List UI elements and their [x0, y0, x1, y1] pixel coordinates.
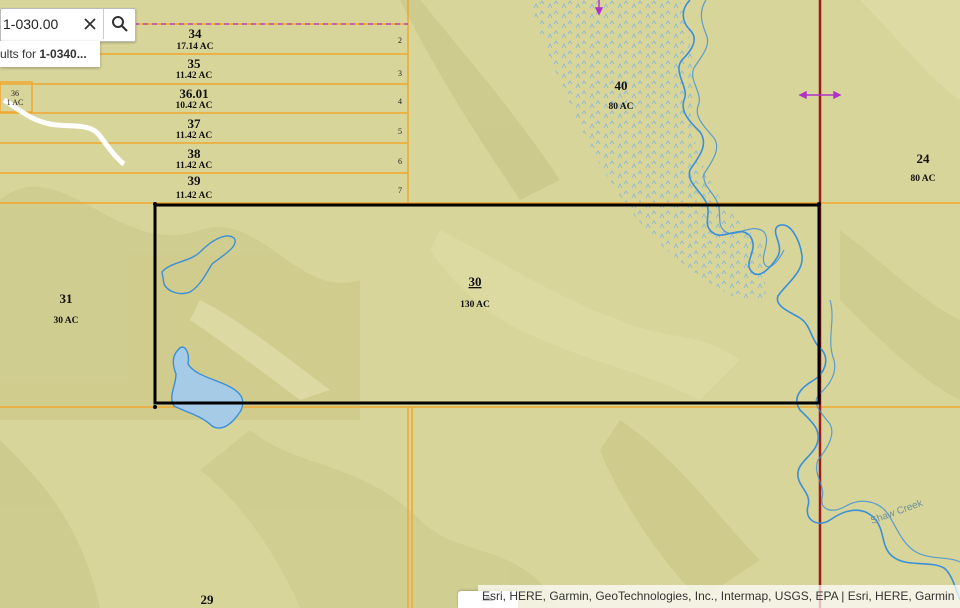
svg-text:38: 38 — [188, 146, 202, 161]
parcel-29[interactable]: 29 — [201, 592, 215, 607]
svg-text:10.42 AC: 10.42 AC — [176, 101, 213, 111]
svg-text:11.42 AC: 11.42 AC — [176, 131, 213, 141]
svg-text:11.42 AC: 11.42 AC — [176, 161, 213, 171]
suggestion-query: 1-0340... — [39, 47, 87, 61]
svg-text:39: 39 — [188, 173, 202, 188]
vertex-marker — [817, 202, 821, 206]
svg-text:5: 5 — [398, 127, 402, 136]
svg-text:3: 3 — [398, 69, 402, 78]
search-suggestion[interactable]: ults for 1-0340... — [0, 41, 100, 67]
svg-text:80 AC: 80 AC — [608, 102, 633, 112]
svg-text:31: 31 — [60, 291, 73, 306]
svg-text:36.01: 36.01 — [179, 86, 208, 101]
svg-text:11.42 AC: 11.42 AC — [176, 191, 213, 201]
svg-text:29: 29 — [201, 592, 215, 607]
svg-text:7: 7 — [398, 186, 402, 195]
search-widget — [0, 8, 136, 42]
svg-text:36: 36 — [11, 89, 19, 98]
search-icon — [111, 16, 128, 32]
svg-text:30 AC: 30 AC — [53, 316, 78, 326]
svg-text:35: 35 — [188, 56, 202, 71]
map-attribution: Esri, HERE, Garmin, GeoTechnologies, Inc… — [478, 585, 960, 608]
svg-text:40: 40 — [615, 78, 628, 93]
svg-text:6: 6 — [398, 157, 402, 166]
svg-text:30: 30 — [469, 274, 482, 289]
search-button[interactable] — [103, 9, 135, 39]
search-input[interactable] — [1, 9, 75, 39]
svg-text:34: 34 — [189, 26, 203, 41]
svg-text:24: 24 — [917, 151, 931, 166]
svg-text:17.14 AC: 17.14 AC — [177, 42, 214, 52]
vertex-marker — [153, 202, 157, 206]
vertex-marker — [153, 405, 157, 409]
svg-text:130 AC: 130 AC — [460, 300, 490, 310]
parcel-map[interactable]: Shaw Creek 34 17.14 AC 2 35 11.42 AC 3 3… — [0, 0, 960, 608]
clear-search-button[interactable] — [77, 9, 103, 39]
close-icon — [84, 18, 96, 30]
svg-text:37: 37 — [188, 116, 202, 131]
svg-text:2: 2 — [398, 36, 402, 45]
svg-text:1 AC: 1 AC — [7, 98, 24, 107]
svg-text:11.42 AC: 11.42 AC — [176, 71, 213, 81]
suggestion-prefix: ults for — [0, 47, 40, 61]
svg-text:80 AC: 80 AC — [910, 174, 935, 184]
svg-text:4: 4 — [398, 97, 402, 106]
